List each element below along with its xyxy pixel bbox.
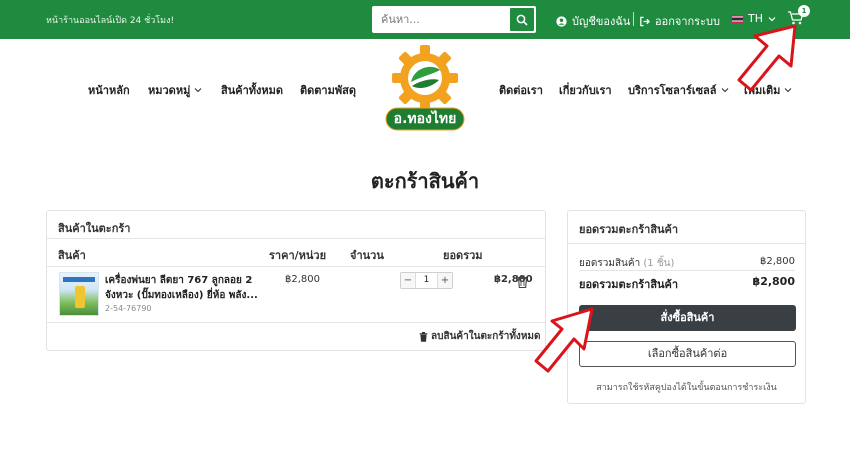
logout-label: ออกจากระบบ (655, 15, 720, 28)
search-button[interactable] (510, 8, 534, 31)
cart-summary-panel: ยอดรวมตะกร้าสินค้า ยอดรวมสินค้า (1 ชิ้น)… (567, 210, 806, 404)
trash-icon (517, 275, 528, 289)
nav-about[interactable]: เกี่ยวกับเรา (559, 81, 612, 99)
search-input[interactable] (372, 6, 508, 33)
quantity-value[interactable]: 1 (415, 273, 438, 288)
cart-panel-heading: สินค้าในตะกร้า (58, 222, 131, 235)
nav-all-products[interactable]: สินค้าทั้งหมด (221, 81, 283, 99)
my-account-link[interactable]: บัญชีของฉัน (556, 12, 630, 30)
coupon-note: สามารถใช้รหัสคูปองได้ในขั้นตอนการชำระเงิ… (596, 383, 777, 393)
subtotal-value: ฿2,800 (760, 256, 795, 267)
page-title: ตะกร้าสินค้า (370, 169, 480, 193)
nav-home[interactable]: หน้าหลัก (88, 81, 130, 99)
logo-text: อ.ทองไทย (393, 111, 457, 127)
nav-track-parcel-label: ติดตามพัสดุ (300, 84, 356, 97)
divider (633, 12, 634, 26)
nav-track-parcel[interactable]: ติดตามพัสดุ (300, 81, 356, 99)
column-header-unit-price: ราคา/หน่วย (269, 249, 327, 262)
grand-total-value: ฿2,800 (752, 275, 795, 288)
column-header-total: ยอดรวม (443, 249, 483, 262)
divider (47, 322, 545, 323)
product-sku: 2-54-76790 (105, 304, 152, 313)
divider (579, 270, 795, 271)
column-header-product: สินค้า (58, 249, 86, 262)
subtotal-item-count: (1 ชิ้น) (643, 258, 675, 269)
clear-cart-button[interactable]: ลบสินค้าในตะกร้าทั้งหมด (419, 329, 541, 344)
promo-text: หน้าร้านออนไลน์เปิด 24 ชั่วโมง! (46, 16, 175, 26)
checkout-button[interactable]: สั่งซื้อสินค้า (579, 305, 796, 331)
nav-all-products-label: สินค้าทั้งหมด (221, 84, 284, 97)
chevron-down-icon (194, 88, 202, 93)
divider (568, 243, 805, 244)
increase-quantity-button[interactable]: + (438, 273, 452, 288)
chevron-down-icon (768, 16, 776, 21)
nav-solar-service-label: บริการโซลาร์เซลล์ (628, 84, 717, 97)
annotation-arrow-icon (737, 24, 797, 92)
nav-categories[interactable]: หมวดหมู่ (148, 81, 202, 99)
summary-heading: ยอดรวมตะกร้าสินค้า (579, 223, 679, 236)
cart-count-badge: 1 (798, 5, 810, 17)
search-box (372, 6, 536, 33)
decrease-quantity-button[interactable]: − (401, 273, 415, 288)
user-icon (556, 15, 567, 27)
nav-home-label: หน้าหลัก (88, 84, 130, 97)
grand-total-label: ยอดรวมตะกร้าสินค้า (579, 278, 679, 291)
site-logo[interactable]: อ.ทองไทย (383, 40, 467, 132)
top-bar: หน้าร้านออนไลน์เปิด 24 ชั่วโมง! บัญชีของ… (0, 0, 850, 39)
trash-icon (419, 331, 428, 342)
product-unit-price: ฿2,800 (285, 274, 320, 285)
grand-total-row: ยอดรวมตะกร้าสินค้า ฿2,800 (579, 275, 795, 293)
clear-cart-label: ลบสินค้าในตะกร้าทั้งหมด (431, 331, 541, 342)
divider (47, 266, 545, 267)
chevron-down-icon (721, 88, 728, 93)
divider (47, 238, 545, 239)
remove-item-button[interactable] (517, 273, 528, 292)
product-name-link[interactable]: เครื่องพ่นยา ลีตยา 767 ลูกลอย 2 จังหวะ (… (105, 273, 265, 303)
my-account-label: บัญชีของฉัน (572, 15, 631, 28)
nav-about-label: เกี่ยวกับเรา (559, 84, 612, 97)
subtotal-row: ยอดรวมสินค้า (1 ชิ้น) ฿2,800 (579, 256, 795, 271)
nav-categories-label: หมวดหมู่ (148, 84, 191, 97)
nav-contact-label: ติดต่อเรา (499, 84, 543, 97)
annotation-arrow-icon (534, 307, 594, 373)
nav-contact[interactable]: ติดต่อเรา (499, 81, 543, 99)
search-icon (516, 14, 528, 26)
logout-link[interactable]: ออกจากระบบ (639, 12, 720, 30)
subtotal-label: ยอดรวมสินค้า (579, 258, 641, 269)
column-header-quantity: จำนวน (350, 249, 384, 262)
quantity-stepper: − 1 + (400, 272, 453, 289)
product-thumbnail[interactable] (59, 272, 99, 316)
logout-icon (640, 16, 650, 26)
nav-solar-service[interactable]: บริการโซลาร์เซลล์ (628, 81, 729, 99)
continue-shopping-button[interactable]: เลือกซื้อสินค้าต่อ (579, 341, 796, 367)
